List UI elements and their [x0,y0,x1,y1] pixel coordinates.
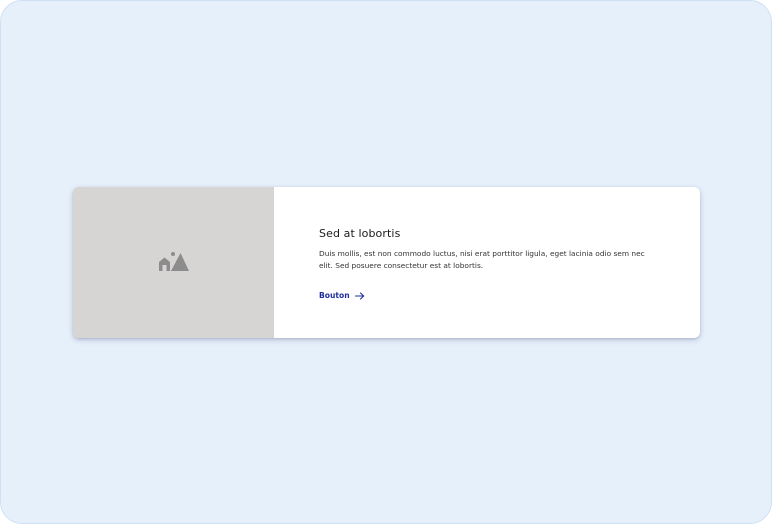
horizontal-card: Sed at lobortis Duis mollis, est non com… [73,187,700,338]
card-image-placeholder [73,187,274,338]
arrow-right-icon [354,291,364,300]
card-content: Sed at lobortis Duis mollis, est non com… [274,187,700,338]
card-button[interactable]: Bouton [319,291,365,300]
image-placeholder-icon [158,251,189,271]
canvas-frame: Sed at lobortis Duis mollis, est non com… [0,0,772,524]
card-title: Sed at lobortis [319,227,401,240]
card-description: Duis mollis, est non commodo luctus, nis… [319,249,645,270]
card-button-label: Bouton [319,291,350,300]
